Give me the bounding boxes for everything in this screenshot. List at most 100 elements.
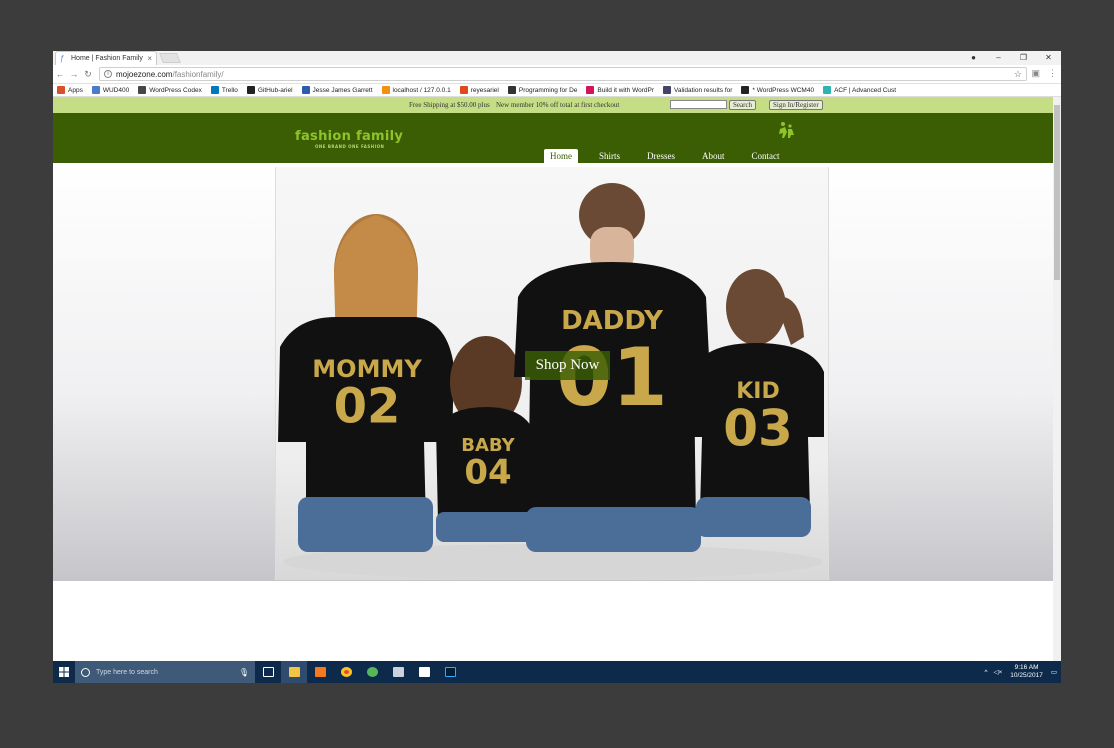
microphone-icon[interactable]: 🎙: [239, 668, 249, 677]
bookmark-label: reyesariel: [470, 86, 499, 94]
mail-icon[interactable]: [411, 661, 437, 683]
nav-contact[interactable]: Contact: [746, 149, 786, 163]
bookmark-item[interactable]: ACF | Advanced Cust: [823, 86, 896, 94]
search-button[interactable]: Search: [729, 100, 757, 110]
bookmark-favicon-icon: [459, 86, 468, 94]
taskbar-search-placeholder: Type here to search: [96, 668, 158, 676]
toolbar-extensions: ▣ ⋮: [1031, 68, 1057, 79]
bookmark-favicon-icon: [301, 86, 310, 94]
bookmark-label: Apps: [68, 86, 83, 94]
bookmark-favicon-icon: [57, 86, 65, 94]
windows-start-button[interactable]: [53, 661, 75, 683]
forward-arrow-icon[interactable]: →: [67, 69, 81, 79]
main-nav: Home Shirts Dresses About Contact: [544, 149, 801, 163]
new-tab-button[interactable]: [159, 53, 181, 63]
bookmark-favicon-icon: [91, 86, 100, 94]
bookmark-favicon-icon: [210, 86, 219, 94]
site-header: fashion family ONE BRAND ONE FASHION Hom…: [53, 113, 1053, 163]
hero-banner: MOMMY 02 BABY 04 DADDY 01 KID 03 Shop Now: [53, 163, 1053, 581]
search-input[interactable]: [670, 100, 727, 109]
spotify-icon[interactable]: [359, 661, 385, 683]
notifications-icon[interactable]: ▭: [1051, 668, 1057, 676]
chrome-icon[interactable]: [333, 661, 359, 683]
bookmark-star-icon[interactable]: ☆: [1014, 69, 1022, 80]
bookmark-label: ACF | Advanced Cust: [834, 86, 897, 94]
nav-home[interactable]: Home: [544, 149, 578, 163]
close-window-button[interactable]: ✕: [1036, 53, 1061, 62]
window-controls: ● – ❐ ✕: [961, 51, 1061, 63]
address-row: ← → ↻ i mojoezone.com /fashionfamily/ ☆ …: [53, 65, 1061, 84]
page-scrollbar[interactable]: [1053, 97, 1061, 661]
close-tab-icon[interactable]: ×: [147, 54, 152, 63]
bookmarks-bar: Apps WUD400 WordPress Codex Trello GitHub-ar…: [53, 84, 1061, 97]
nav-shirts[interactable]: Shirts: [593, 149, 626, 163]
logo-tagline: ONE BRAND ONE FASHION: [315, 144, 385, 149]
shirt-number-kid: 03: [723, 400, 793, 458]
family-icon: [779, 122, 794, 138]
scrollbar-thumb[interactable]: [1054, 105, 1060, 280]
task-view-icon[interactable]: [255, 661, 281, 683]
address-bar[interactable]: i mojoezone.com /fashionfamily/ ☆: [99, 67, 1027, 81]
clock-time: 9:16 AM: [1014, 664, 1039, 671]
nav-dresses[interactable]: Dresses: [641, 149, 681, 163]
promo-strip: Free Shipping at $50.00 plus New member …: [53, 97, 1053, 113]
visual-studio-icon[interactable]: [385, 661, 411, 683]
back-arrow-icon[interactable]: ←: [53, 69, 67, 79]
extension-icon[interactable]: ▣: [1031, 68, 1040, 79]
bookmark-item[interactable]: Validation results for: [663, 86, 732, 94]
profile-icon[interactable]: ●: [961, 53, 986, 62]
bookmark-item[interactable]: * WordPress WCM40: [741, 86, 814, 94]
restore-button[interactable]: ❐: [1011, 53, 1036, 62]
nav-about[interactable]: About: [696, 149, 731, 163]
windows-logo-icon: [59, 667, 69, 677]
clock[interactable]: 9:16 AM 10/25/2017: [1010, 664, 1043, 680]
file-explorer-icon[interactable]: [281, 661, 307, 683]
bookmark-item[interactable]: Programming for De: [507, 86, 578, 94]
system-tray: ^ ◁× 9:16 AM 10/25/2017 ▭: [984, 661, 1057, 683]
shipping-promo: Free Shipping at $50.00 plus: [409, 101, 490, 109]
windows-taskbar: Type here to search 🎙 ^ ◁× 9:16 AM 10/25…: [53, 661, 1061, 683]
bookmark-item[interactable]: WUD400: [91, 86, 130, 94]
bookmark-label: Validation results for: [674, 86, 733, 94]
bookmark-item[interactable]: WordPress Codex: [138, 86, 202, 94]
favicon-icon: ƒ: [60, 54, 65, 63]
bookmark-favicon-icon: [741, 86, 750, 94]
photoshop-icon[interactable]: [437, 661, 463, 683]
member-promo: New member 10% off total at first checko…: [496, 101, 620, 109]
bookmark-item[interactable]: Build it with WordPr: [586, 86, 654, 94]
reload-icon[interactable]: ↻: [81, 69, 95, 80]
web-page: Free Shipping at $50.00 plus New member …: [53, 97, 1053, 661]
bookmark-favicon-icon: [586, 86, 595, 94]
signin-register-button[interactable]: Sign In/Register: [769, 100, 823, 110]
volume-icon[interactable]: ◁×: [994, 668, 1003, 676]
bookmark-item[interactable]: Jesse James Garrett: [301, 86, 373, 94]
bookmark-favicon-icon: [138, 86, 147, 94]
bookmark-item[interactable]: GitHub-ariel: [246, 86, 293, 94]
info-icon[interactable]: i: [104, 70, 112, 78]
xampp-icon[interactable]: [307, 661, 333, 683]
bookmark-label: WUD400: [102, 86, 130, 94]
bookmark-item[interactable]: localhost / 127.0.0.1: [381, 86, 451, 94]
browser-tab[interactable]: ƒ Home | Fashion Family ×: [55, 51, 157, 65]
clock-date: 10/25/2017: [1010, 672, 1043, 679]
bookmark-label: localhost / 127.0.0.1: [392, 86, 451, 94]
url-host: mojoezone.com: [116, 69, 173, 79]
bookmark-label: Programming for De: [518, 86, 578, 94]
menu-dots-icon[interactable]: ⋮: [1048, 68, 1057, 79]
minimize-button[interactable]: –: [986, 53, 1011, 62]
bookmark-label: * WordPress WCM40: [752, 86, 815, 94]
bookmark-item[interactable]: Apps: [57, 86, 83, 94]
bookmark-favicon-icon: [663, 86, 671, 94]
site-logo[interactable]: fashion family ONE BRAND ONE FASHION: [295, 129, 403, 149]
bookmark-favicon-icon: [246, 86, 255, 94]
shirt-number-baby: 04: [464, 452, 511, 492]
bookmark-item[interactable]: Trello: [210, 86, 238, 94]
bookmark-label: GitHub-ariel: [257, 86, 293, 94]
cortana-icon: [81, 667, 90, 677]
tray-chevron-icon[interactable]: ^: [984, 669, 987, 676]
bookmark-label: Trello: [221, 86, 238, 94]
taskbar-search-box[interactable]: Type here to search 🎙: [75, 661, 255, 683]
device-bezel: ƒ Home | Fashion Family × ● – ❐ ✕ ← → ↻ …: [0, 0, 1114, 748]
shop-now-button[interactable]: Shop Now: [525, 351, 610, 380]
bookmark-item[interactable]: reyesariel: [459, 86, 499, 94]
